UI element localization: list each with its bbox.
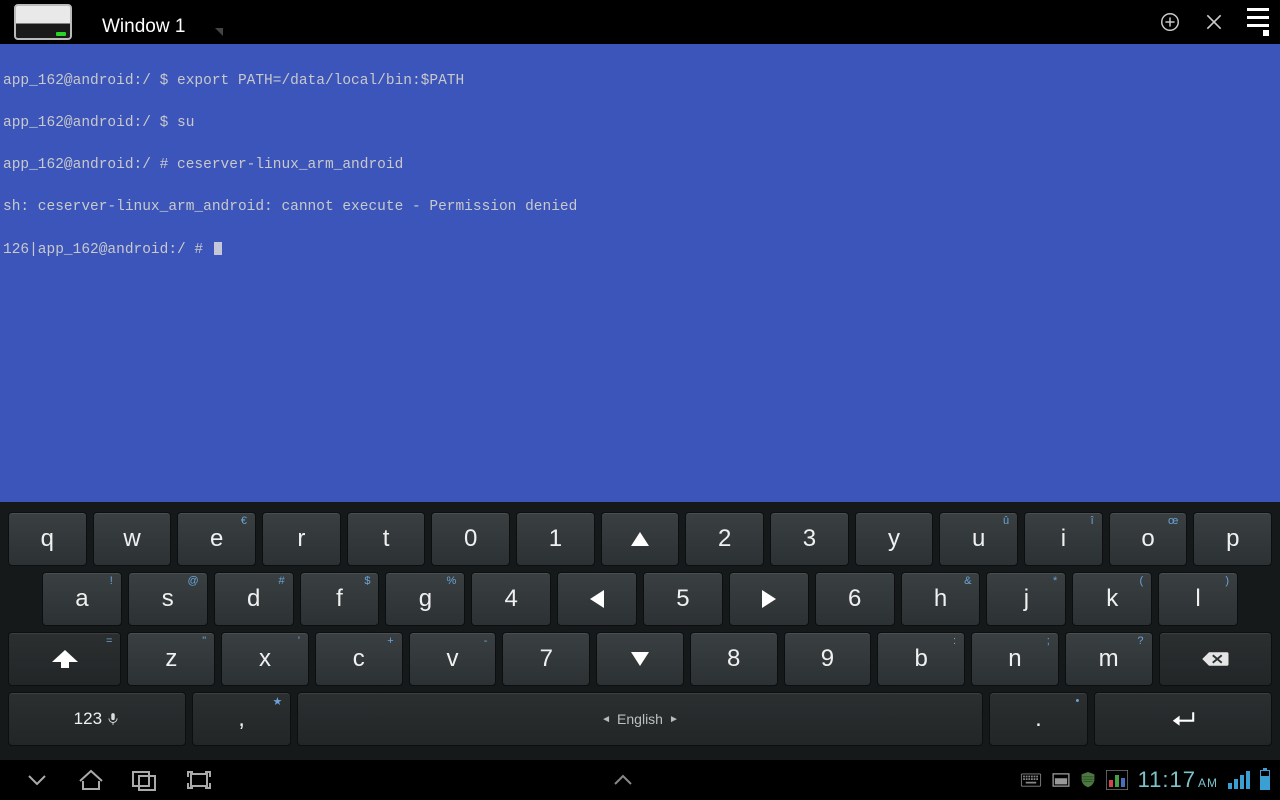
key-l[interactable]: )l [1158, 572, 1238, 626]
key-k[interactable]: (k [1072, 572, 1152, 626]
key-y[interactable]: y [855, 512, 934, 566]
terminal-app-icon[interactable] [14, 4, 72, 40]
key-2[interactable]: 2 [685, 512, 764, 566]
key-7[interactable]: 7 [502, 632, 590, 686]
terminal-line: app_162@android:/ # ceserver-linux_arm_a… [3, 158, 1277, 172]
nav-home[interactable] [64, 760, 118, 800]
key-shift[interactable]: = [8, 632, 121, 686]
key-g[interactable]: %g [385, 572, 465, 626]
key-x[interactable]: 'x [221, 632, 309, 686]
keyboard-row-1: qw€ert01 23yûuîiœop [8, 512, 1272, 566]
hamburger-icon [1247, 8, 1269, 36]
key-comma[interactable]: ★, [192, 692, 292, 746]
key-e[interactable]: €e [177, 512, 256, 566]
key-w[interactable]: w [93, 512, 172, 566]
key-h[interactable]: &h [901, 572, 981, 626]
cursor-icon [214, 242, 222, 255]
terminal-line: app_162@android:/ $ su [3, 116, 1277, 130]
key-1[interactable]: 1 [516, 512, 595, 566]
menu-button[interactable] [1236, 0, 1280, 44]
battery-icon [1260, 770, 1270, 790]
key-symbols[interactable]: 123 [8, 692, 186, 746]
terminal-line: sh: ceserver-linux_arm_android: cannot e… [3, 200, 1277, 214]
key-▲[interactable] [601, 512, 680, 566]
key-i[interactable]: îi [1024, 512, 1103, 566]
keyboard-row-3: ="z'x+c-v7 89:b;n?m [8, 632, 1272, 686]
soft-keyboard: qw€ert0123yûuîiœop !a@s#d$f%g456&h*j(k)l… [0, 502, 1280, 760]
key-period[interactable]: •. [989, 692, 1089, 746]
key-◄[interactable] [557, 572, 637, 626]
key-f[interactable]: $f [300, 572, 380, 626]
key-s[interactable]: @s [128, 572, 208, 626]
chart-status-icon [1106, 770, 1128, 790]
clock: 11:17AM [1138, 767, 1218, 793]
wifi-signal-icon [1228, 771, 1250, 789]
key-9[interactable]: 9 [784, 632, 872, 686]
key-space[interactable]: ◄English► [297, 692, 982, 746]
nav-hide-keyboard[interactable] [10, 760, 64, 800]
key-m[interactable]: ?m [1065, 632, 1153, 686]
key-p[interactable]: p [1193, 512, 1272, 566]
status-icons[interactable]: 11:17AM [1020, 767, 1270, 793]
key-v[interactable]: -v [409, 632, 497, 686]
key-r[interactable]: r [262, 512, 341, 566]
key-b[interactable]: :b [877, 632, 965, 686]
key-j[interactable]: *j [986, 572, 1066, 626]
key-q[interactable]: q [8, 512, 87, 566]
add-window-button[interactable] [1148, 0, 1192, 44]
key-u[interactable]: ûu [939, 512, 1018, 566]
shield-status-icon [1080, 771, 1096, 789]
keyboard-status-icon [1020, 773, 1042, 787]
key-0[interactable]: 0 [431, 512, 510, 566]
key-z[interactable]: "z [127, 632, 215, 686]
key-enter[interactable] [1094, 692, 1272, 746]
terminal-line: 126|app_162@android:/ # [3, 242, 1277, 257]
terminal-line: app_162@android:/ $ export PATH=/data/lo… [3, 74, 1277, 88]
key-►[interactable] [729, 572, 809, 626]
window-tab-title: Window 1 [102, 16, 185, 38]
key-4[interactable]: 4 [471, 572, 551, 626]
close-button[interactable] [1192, 0, 1236, 44]
key-o[interactable]: œo [1109, 512, 1188, 566]
tab-dropdown-arrow-icon [215, 28, 223, 36]
keyboard-row-2: !a@s#d$f%g4 5 6&h*j(k)l [8, 572, 1272, 626]
key-c[interactable]: +c [315, 632, 403, 686]
nav-screenshot[interactable] [172, 760, 226, 800]
app-topbar: Window 1 [0, 0, 1280, 44]
terminal-output[interactable]: app_162@android:/ $ export PATH=/data/lo… [0, 44, 1280, 502]
window-status-icon [1052, 773, 1070, 787]
key-bksp[interactable] [1159, 632, 1272, 686]
key-▼[interactable] [596, 632, 684, 686]
key-a[interactable]: !a [42, 572, 122, 626]
key-8[interactable]: 8 [690, 632, 778, 686]
key-6[interactable]: 6 [815, 572, 895, 626]
key-d[interactable]: #d [214, 572, 294, 626]
keyboard-row-4: 123 ★, ◄English► •. [8, 692, 1272, 746]
window-tab[interactable]: Window 1 [102, 0, 223, 44]
key-n[interactable]: ;n [971, 632, 1059, 686]
key-3[interactable]: 3 [770, 512, 849, 566]
nav-expand[interactable] [596, 760, 650, 800]
key-t[interactable]: t [347, 512, 426, 566]
nav-recent[interactable] [118, 760, 172, 800]
key-5[interactable]: 5 [643, 572, 723, 626]
system-navbar: 11:17AM [0, 760, 1280, 800]
